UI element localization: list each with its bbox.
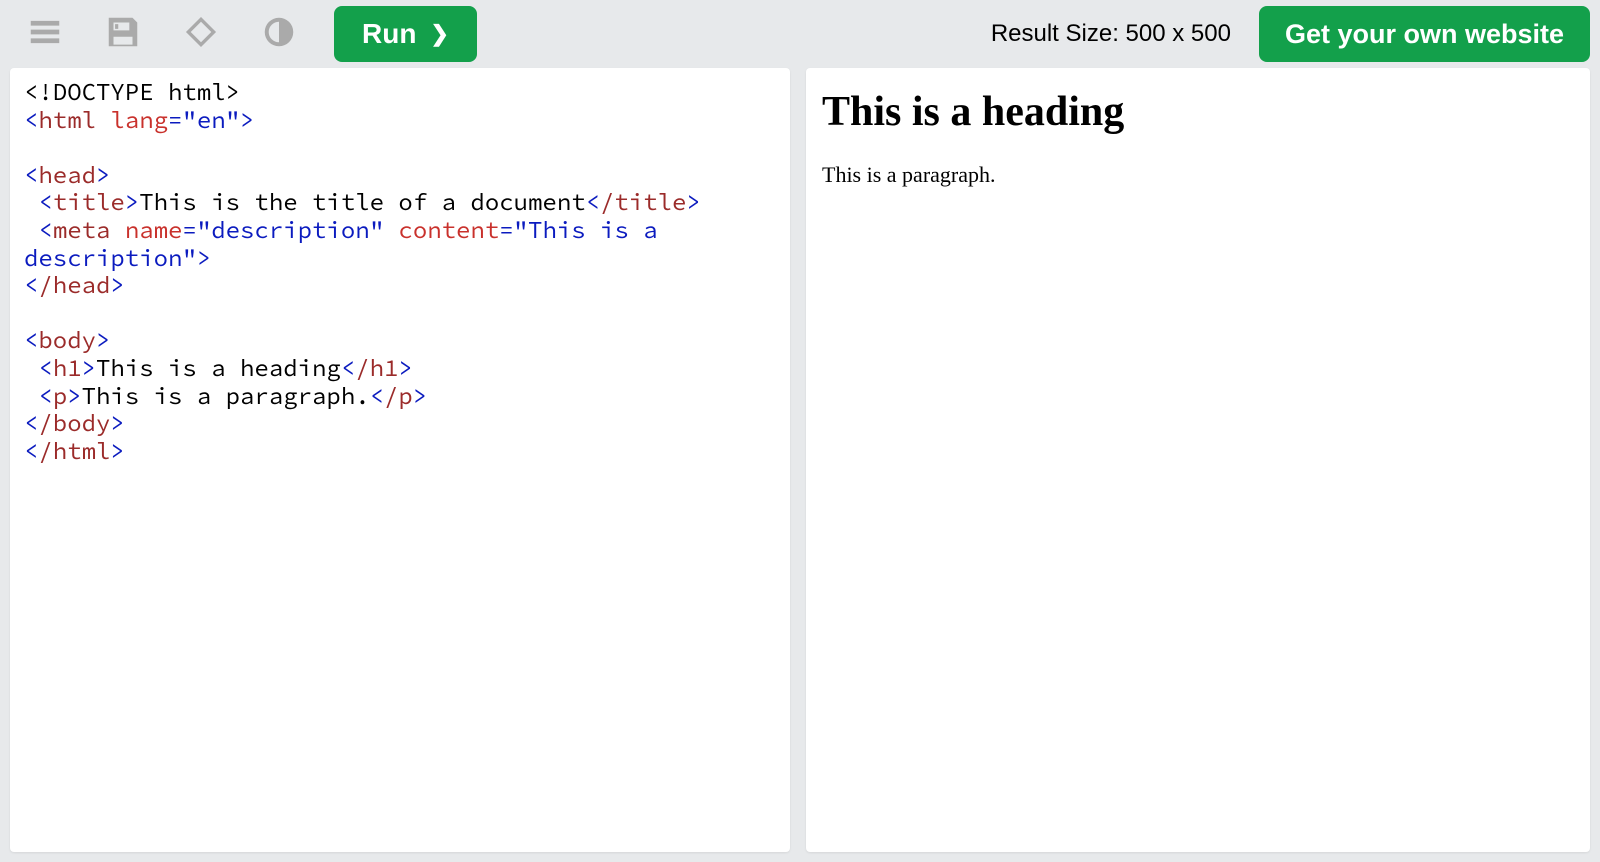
result-paragraph: This is a paragraph. (822, 162, 1574, 188)
run-button-label: Run (362, 18, 416, 50)
chevron-right-icon: ❯ (430, 21, 448, 47)
own-website-label: Get your own website (1285, 19, 1564, 49)
rotate-icon (182, 13, 220, 56)
menu-button[interactable] (10, 4, 80, 64)
rotate-button[interactable] (166, 4, 236, 64)
get-own-website-button[interactable]: Get your own website (1259, 6, 1590, 62)
run-button[interactable]: Run ❯ (334, 6, 477, 62)
save-button[interactable] (88, 4, 158, 64)
result-size-label: Result Size: 500 x 500 (991, 20, 1231, 48)
panels: <!DOCTYPE html> <html lang="en"> <head> … (0, 68, 1600, 862)
result-heading: This is a heading (822, 88, 1574, 136)
toolbar: Run ❯ Result Size: 500 x 500 Get your ow… (0, 0, 1600, 68)
contrast-icon (260, 13, 298, 56)
theme-button[interactable] (244, 4, 314, 64)
result-preview: This is a heading This is a paragraph. (806, 68, 1590, 852)
code-editor[interactable]: <!DOCTYPE html> <html lang="en"> <head> … (10, 68, 790, 852)
save-icon (104, 13, 142, 56)
hamburger-icon (26, 13, 64, 56)
